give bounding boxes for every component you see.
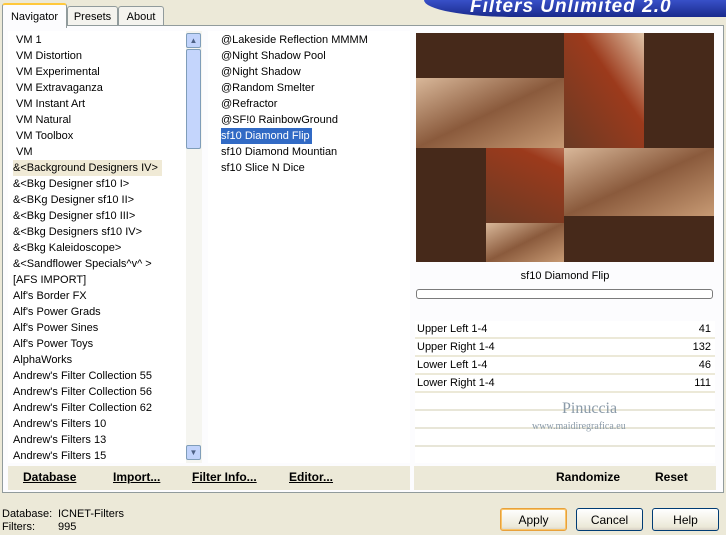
category-item[interactable]: Andrew's Filter Collection 56 xyxy=(13,384,152,400)
param-label: Upper Right 1-4 xyxy=(417,341,495,353)
preview-art xyxy=(416,33,714,262)
param-value: 111 xyxy=(694,377,711,389)
filter-item[interactable]: @Night Shadow Pool xyxy=(221,48,326,64)
filters-count-label: Filters: xyxy=(2,521,35,533)
category-scrollbar[interactable]: ▲ ▼ xyxy=(186,31,202,463)
category-item[interactable]: &<Bkg Designer sf10 III> xyxy=(13,208,135,224)
category-item[interactable]: Andrew's Filter Collection 62 xyxy=(13,400,152,416)
category-item[interactable]: VM Instant Art xyxy=(16,96,85,112)
help-button-label: Help xyxy=(673,512,698,527)
category-item[interactable]: VM Experimental xyxy=(16,64,100,80)
param-row[interactable]: Upper Left 1-4 41 xyxy=(415,321,715,339)
category-item[interactable]: &<Bkg Designer sf10 I> xyxy=(13,176,129,192)
filter-item[interactable]: @SF!0 RainbowGround xyxy=(221,112,338,128)
database-label: Database: xyxy=(2,508,53,520)
tab-navigator-label: Navigator xyxy=(10,10,59,23)
preview-image xyxy=(416,33,714,262)
progress-bar xyxy=(416,289,713,299)
param-value: 132 xyxy=(692,341,711,353)
category-item[interactable]: Alf's Power Sines xyxy=(13,320,98,336)
param-value: 41 xyxy=(698,323,711,335)
param-value: 46 xyxy=(698,359,711,371)
category-item[interactable]: VM Toolbox xyxy=(16,128,73,144)
category-list[interactable]: VM 1 VM Distortion VM Experimental VM Extra… xyxy=(8,31,186,463)
category-item[interactable]: Andrew's Filters 13 xyxy=(13,432,106,448)
param-label: Upper Left 1-4 xyxy=(417,323,488,335)
editor-button[interactable]: Editor... xyxy=(289,470,333,486)
category-item[interactable]: VM xyxy=(16,144,33,160)
cancel-button-label: Cancel xyxy=(590,512,629,527)
tab-about-label: About xyxy=(126,10,156,23)
filter-item[interactable]: sf10 Slice N Dice xyxy=(221,160,305,176)
preview-caption: sf10 Diamond Flip xyxy=(520,270,610,282)
category-item[interactable]: Alf's Border FX xyxy=(13,288,87,304)
filter-list[interactable]: @Lakeside Reflection MMMM @Night Shadow P… xyxy=(208,31,410,463)
filter-info-button[interactable]: Filter Info... xyxy=(192,470,257,486)
filter-item[interactable]: @Lakeside Reflection MMMM xyxy=(221,32,368,48)
filter-item[interactable]: @Random Smelter xyxy=(221,80,315,96)
category-item[interactable]: Andrew's Filter Collection 55 xyxy=(13,368,152,384)
category-item[interactable]: Alf's Power Grads xyxy=(13,304,101,320)
reset-button[interactable]: Reset xyxy=(655,470,688,486)
database-value: ICNET-Filters xyxy=(58,508,124,520)
filter-item[interactable]: sf10 Diamond Mountian xyxy=(221,144,337,160)
param-label: Lower Left 1-4 xyxy=(417,359,488,371)
filters-count-value: 995 xyxy=(58,521,77,533)
database-button[interactable]: Database xyxy=(23,470,76,486)
category-item[interactable]: VM Natural xyxy=(16,112,71,128)
scroll-thumb[interactable] xyxy=(186,49,201,149)
param-label: Lower Right 1-4 xyxy=(417,377,495,389)
tab-about[interactable]: About xyxy=(118,6,164,26)
category-item[interactable]: VM Distortion xyxy=(16,48,82,64)
filter-item[interactable]: @Refractor xyxy=(221,96,277,112)
param-row[interactable]: Lower Left 1-4 46 xyxy=(415,357,715,375)
category-item[interactable]: &<Sandflower Specials^v^ > xyxy=(13,256,152,272)
watermark-site: www.maidiregrafica.eu xyxy=(532,421,626,432)
category-item[interactable]: Andrew's Filters 10 xyxy=(13,416,106,432)
help-button[interactable]: Help xyxy=(652,508,719,531)
category-item[interactable]: [AFS IMPORT] xyxy=(13,272,86,288)
category-item[interactable]: VM Extravaganza xyxy=(16,80,103,96)
apply-button-label: Apply xyxy=(518,512,549,527)
category-item[interactable]: Andrew's Filters 15 xyxy=(13,448,106,463)
tab-navigator[interactable]: Navigator xyxy=(2,3,67,28)
tab-presets-label: Presets xyxy=(73,10,112,23)
category-item[interactable]: AlphaWorks xyxy=(13,352,72,368)
category-item[interactable]: &<BKg Designer sf10 II> xyxy=(13,192,134,208)
randomize-button[interactable]: Randomize xyxy=(556,470,620,486)
param-row[interactable]: Lower Right 1-4 111 xyxy=(415,375,715,393)
filter-item[interactable]: @Night Shadow xyxy=(221,64,301,80)
category-item[interactable]: &<Bkg Kaleidoscope> xyxy=(13,240,121,256)
category-item[interactable]: VM 1 xyxy=(16,32,42,48)
scroll-down-icon[interactable]: ▼ xyxy=(186,445,201,460)
scroll-up-icon[interactable]: ▲ xyxy=(186,33,201,48)
filter-item[interactable]: sf10 Diamond Flip xyxy=(221,128,312,144)
apply-button[interactable]: Apply xyxy=(500,508,567,531)
cancel-button[interactable]: Cancel xyxy=(576,508,643,531)
tab-presets[interactable]: Presets xyxy=(67,6,118,26)
category-item[interactable]: &<Bkg Designers sf10 IV> xyxy=(13,224,142,240)
category-item[interactable]: &<Background Designers IV> xyxy=(13,160,162,176)
param-row[interactable]: Upper Right 1-4 132 xyxy=(415,339,715,357)
app-title: Filters Unlimited 2.0 xyxy=(470,0,672,17)
category-item[interactable]: Alf's Power Toys xyxy=(13,336,93,352)
import-button[interactable]: Import... xyxy=(113,470,160,486)
watermark-name: Pinuccia xyxy=(562,400,618,417)
